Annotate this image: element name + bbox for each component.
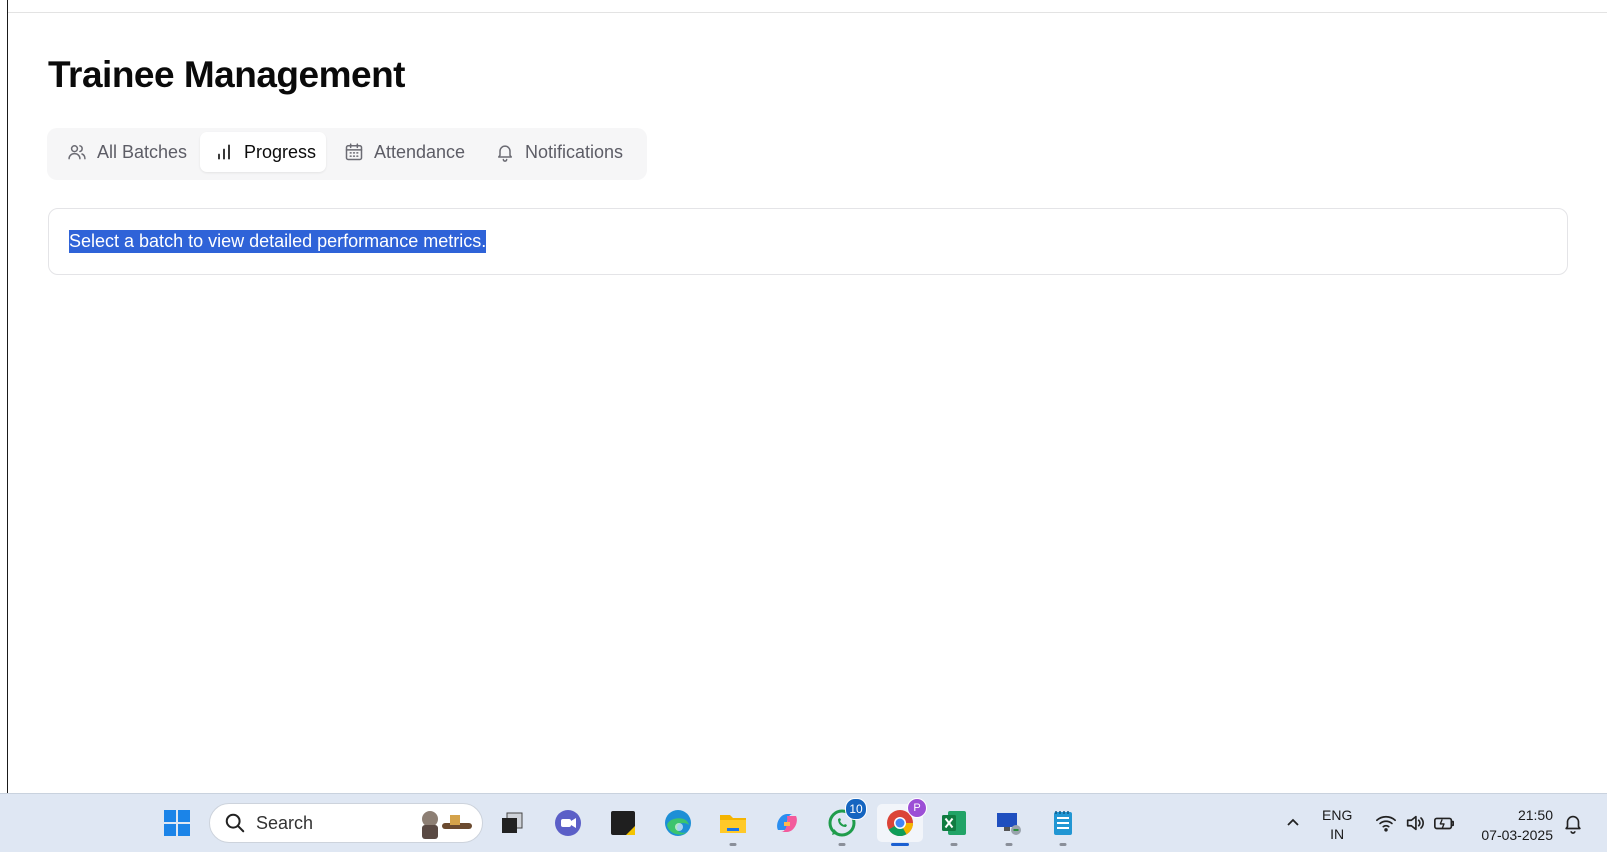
window-left-border [7,0,8,793]
search-icon [225,813,245,833]
taskbar-notepad[interactable] [1044,804,1082,846]
notification-center-bell-icon[interactable] [1562,812,1584,834]
tab-label: Progress [244,141,317,162]
taskbar-edge[interactable] [659,804,697,842]
profile-badge: P [907,798,927,818]
taskbar-sticky-notes[interactable] [604,804,642,842]
users-icon [68,145,86,160]
show-hidden-icons-chevron-icon[interactable] [1283,812,1303,832]
taskbar-search[interactable]: Search [209,803,483,843]
clock-time: 21:50 [1517,807,1553,823]
running-indicator [1005,843,1013,846]
running-indicator [729,843,737,846]
copilot-icon [777,814,797,832]
bell-icon [498,145,512,162]
search-highlight-icon [422,811,472,839]
taskbar-remote-desktop[interactable] [990,804,1028,846]
search-label: Search [256,812,314,833]
windows-logo-icon [164,810,190,836]
running-indicator [838,843,846,846]
language-code: ENG [1322,807,1353,823]
taskbar-excel[interactable] [935,804,973,846]
running-indicator [950,843,958,846]
metrics-card: Select a batch to view detailed performa… [48,208,1568,275]
tab-progress[interactable]: Progress [200,132,326,172]
taskbar-meet[interactable] [549,804,587,842]
tab-label: Attendance [374,141,466,162]
wifi-icon[interactable] [1375,812,1397,834]
taskbar-whatsapp[interactable]: 10 [823,798,867,846]
remote-desktop-icon [997,813,1021,835]
system-clock[interactable]: 21:50 07-03-2025 [1473,805,1553,845]
taskbar-task-view[interactable] [493,804,531,842]
header-divider [8,12,1607,13]
tab-notifications[interactable]: Notifications [485,132,633,172]
calendar-icon [345,143,363,161]
tab-label: All Batches [97,141,188,162]
edge-icon [665,810,691,836]
clock-date: 07-03-2025 [1481,827,1553,843]
taskbar-file-explorer[interactable] [714,804,752,846]
taskbar-chrome[interactable]: P [877,798,927,846]
taskbar-copilot[interactable] [768,804,806,842]
tab-all-batches[interactable]: All Batches [57,132,197,172]
tab-bar: All Batches Progress Attendance Notifica… [47,128,647,180]
notepad-icon [1054,811,1072,835]
empty-state-message: Select a batch to view detailed performa… [69,230,487,253]
battery-icon[interactable] [1433,812,1455,834]
running-indicator [1059,843,1067,846]
notification-badge: 10 [845,798,867,820]
folder-icon [720,815,746,833]
volume-icon[interactable] [1404,812,1426,834]
page-title: Trainee Management [48,54,406,95]
video-chat-icon [555,810,581,836]
excel-icon [942,811,966,835]
bar-chart-icon [218,144,230,160]
region-code: IN [1330,826,1345,842]
task-view-icon [502,812,523,833]
tab-label: Notifications [525,141,624,162]
language-indicator[interactable]: ENG IN [1322,806,1352,844]
taskbar: Search 10 P ENG IN 21:50 07-03-2025 [0,793,1607,852]
start-button[interactable] [158,804,196,842]
active-indicator [891,843,909,846]
sticky-notes-icon [611,811,635,835]
tab-attendance[interactable]: Attendance [334,132,475,172]
